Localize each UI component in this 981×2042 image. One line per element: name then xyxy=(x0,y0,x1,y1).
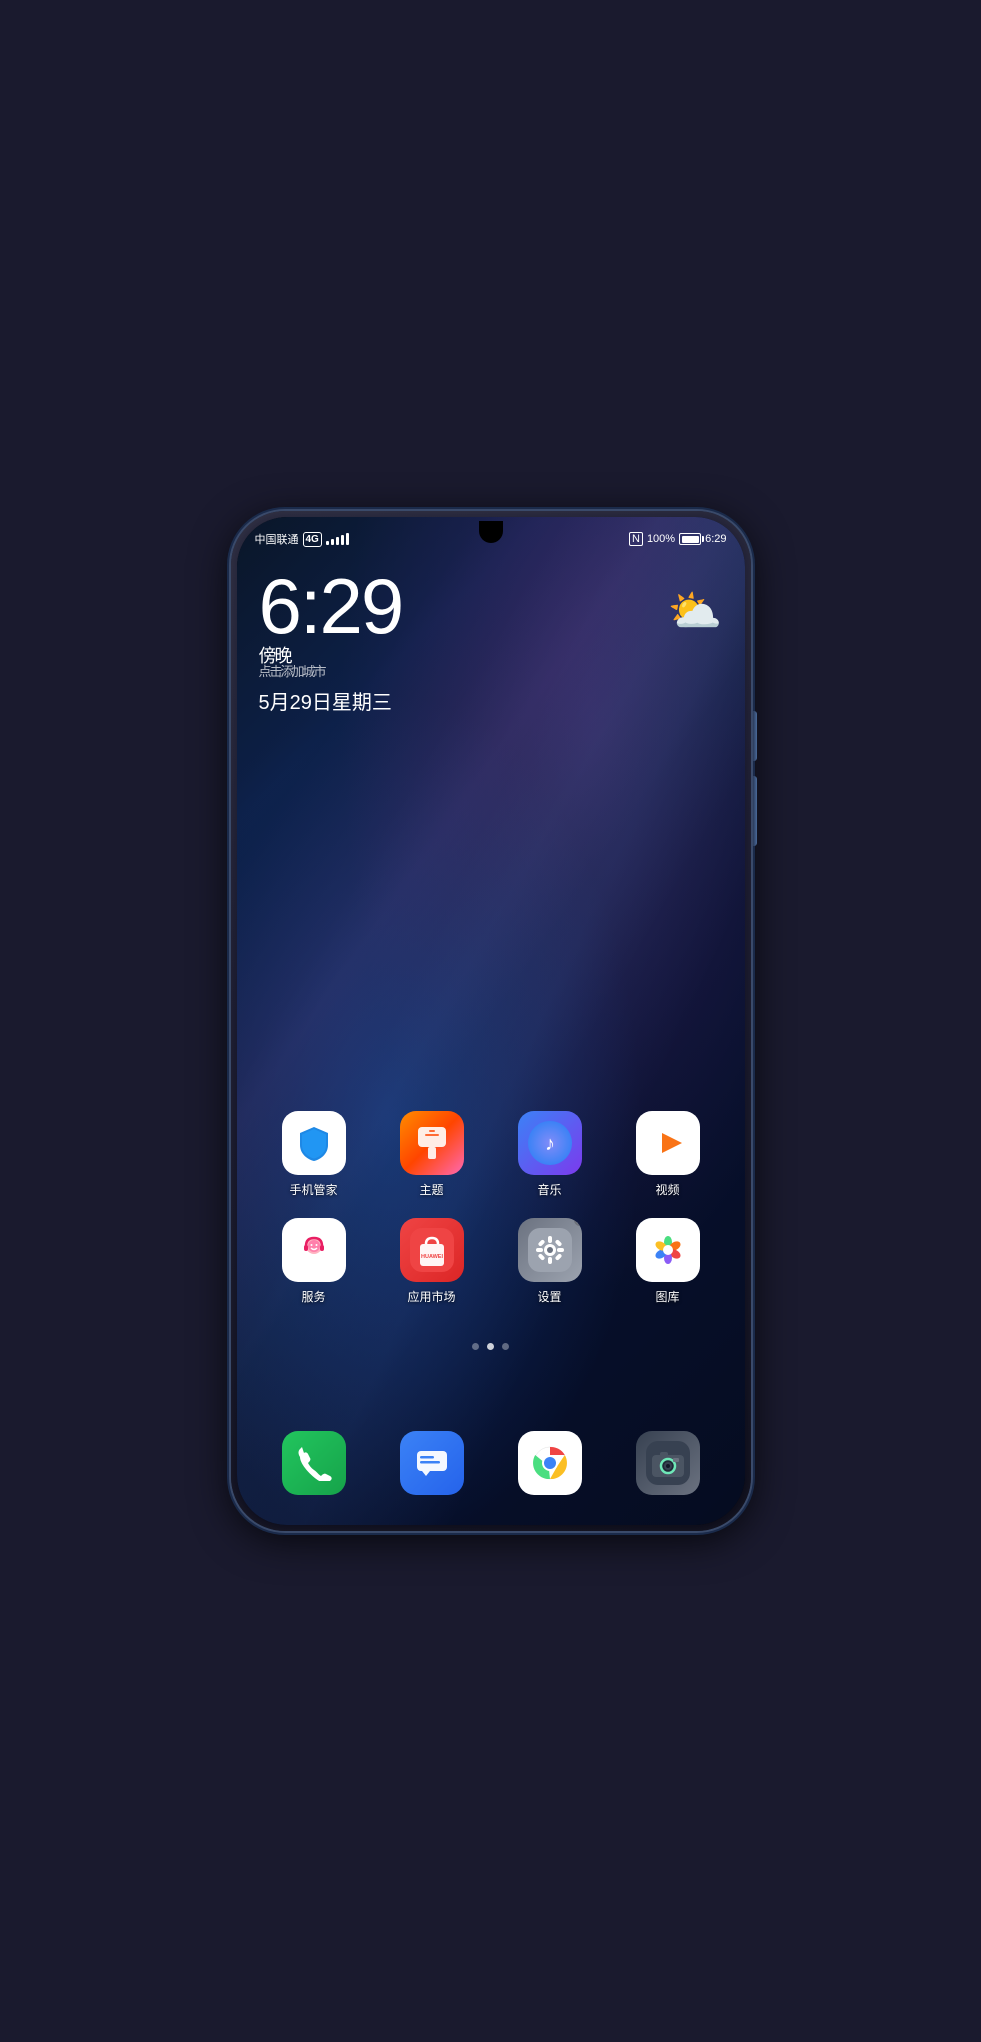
weather-icon: ⛅ xyxy=(668,587,723,636)
appstore-icon: HUAWEI xyxy=(400,1218,464,1282)
camera-icon xyxy=(636,1431,700,1495)
settings-icon xyxy=(518,1218,582,1282)
app-appstore[interactable]: HUAWEI 应用市场 xyxy=(392,1218,472,1305)
app-row-1: 手机管家 主题 xyxy=(255,1111,727,1198)
chrome-icon xyxy=(518,1431,582,1495)
app-video[interactable]: 视频 xyxy=(628,1111,708,1198)
service-label: 服务 xyxy=(301,1288,325,1305)
volume-up-button[interactable] xyxy=(753,711,757,761)
nfc-icon: N xyxy=(629,532,643,546)
app-gallery[interactable]: 图库 xyxy=(628,1218,708,1305)
phone-call-icon xyxy=(282,1431,346,1495)
dot-3[interactable] xyxy=(502,1343,509,1350)
dock-messages[interactable] xyxy=(400,1431,464,1495)
wallpaper: 中国联通 4G N 100% 6:29 xyxy=(237,517,745,1525)
phone-manager-label: 手机管家 xyxy=(289,1181,337,1198)
dock-chrome[interactable] xyxy=(518,1431,582,1495)
battery-fill xyxy=(682,536,699,543)
app-theme[interactable]: 主题 xyxy=(392,1111,472,1198)
svg-text:HUAWEI: HUAWEI xyxy=(421,1254,443,1260)
signal-icon xyxy=(326,533,349,545)
app-row-2: 服务 HUAWEI xyxy=(255,1218,727,1305)
gallery-icon xyxy=(636,1218,700,1282)
messages-icon xyxy=(400,1431,464,1495)
dock xyxy=(255,1431,727,1495)
clock-date: 5月29日星期三 xyxy=(259,686,403,715)
status-right: N 100% 6:29 xyxy=(629,532,727,546)
dock-phone[interactable] xyxy=(282,1431,346,1495)
battery-icon xyxy=(679,533,701,545)
music-icon: ♪ xyxy=(518,1111,582,1175)
gallery-label: 图库 xyxy=(655,1288,679,1305)
video-label: 视频 xyxy=(655,1181,679,1198)
volume-down-button[interactable] xyxy=(753,776,757,846)
app-service[interactable]: 服务 xyxy=(274,1218,354,1305)
appstore-label: 应用市场 xyxy=(407,1288,455,1305)
phone-manager-icon xyxy=(282,1111,346,1175)
app-settings[interactable]: 设置 xyxy=(510,1218,590,1305)
status-bar: 中国联通 4G N 100% 6:29 xyxy=(237,525,745,553)
time-display: 6:29 xyxy=(705,533,726,545)
network-badge: 4G xyxy=(303,532,322,547)
music-label: 音乐 xyxy=(537,1181,561,1198)
theme-label: 主题 xyxy=(419,1181,443,1198)
clock-time-display: 6:29 傍晚 点击添加城市 xyxy=(259,567,403,678)
phone-screen: 中国联通 4G N 100% 6:29 xyxy=(237,517,745,1525)
theme-icon xyxy=(400,1111,464,1175)
svg-text:♪: ♪ xyxy=(545,1133,555,1155)
page-dots xyxy=(237,1343,745,1350)
weather-widget[interactable]: ⛅ xyxy=(668,585,723,637)
phone-body: 中国联通 4G N 100% 6:29 xyxy=(231,511,751,1531)
status-left: 中国联通 4G xyxy=(255,531,349,547)
app-phone-manager[interactable]: 手机管家 xyxy=(274,1111,354,1198)
app-music[interactable]: ♪ 音乐 xyxy=(510,1111,590,1198)
dot-1[interactable] xyxy=(472,1343,479,1350)
video-icon xyxy=(636,1111,700,1175)
settings-badge xyxy=(574,1218,582,1226)
dot-2[interactable] xyxy=(487,1343,494,1350)
clock-widget[interactable]: 6:29 傍晚 点击添加城市 5月29日星期三 xyxy=(259,567,403,715)
battery-percent-text: 100% xyxy=(647,533,675,545)
carrier-text: 中国联通 xyxy=(255,531,299,547)
app-grid: 手机管家 主题 xyxy=(237,1111,745,1325)
dock-camera[interactable] xyxy=(636,1431,700,1495)
settings-label: 设置 xyxy=(537,1288,561,1305)
clock-tap-hint: 点击添加城市 xyxy=(259,665,403,678)
service-icon xyxy=(282,1218,346,1282)
